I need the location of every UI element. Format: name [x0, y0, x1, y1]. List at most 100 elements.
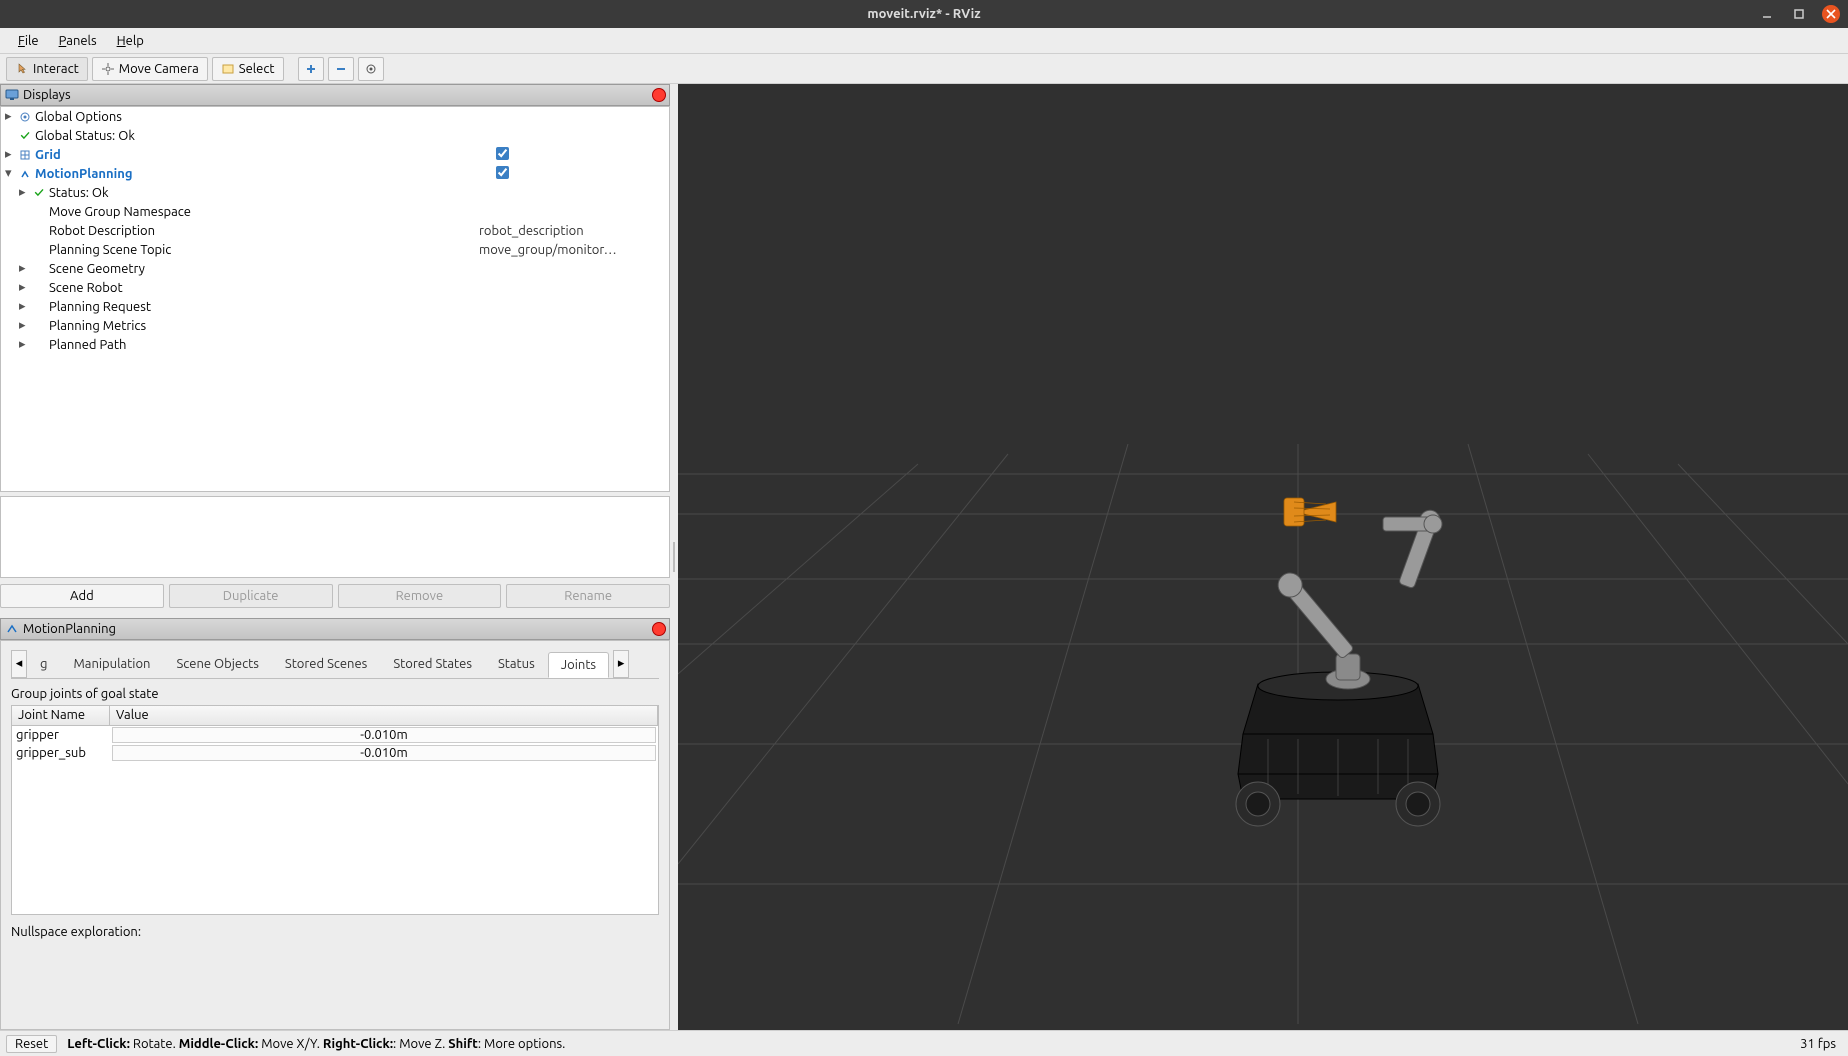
description-box [0, 496, 670, 578]
remove-button: Remove [338, 584, 502, 608]
tree-item-planning-metrics[interactable]: Planning Metrics [47, 319, 146, 333]
menubar: File Panels Help [0, 28, 1848, 54]
tree-item-robot-desc[interactable]: Robot Description [47, 224, 155, 238]
tab-stored-states[interactable]: Stored States [380, 651, 485, 676]
expand-arrow-icon[interactable]: ▸ [5, 147, 17, 162]
tab-truncated[interactable]: g [27, 651, 60, 676]
joint-value-slider[interactable]: -0.010m [112, 727, 656, 743]
tab-manipulation[interactable]: Manipulation [60, 651, 163, 676]
focus-camera-button[interactable] [298, 57, 324, 81]
motion-planning-panel-icon [5, 622, 19, 636]
tab-scene-objects[interactable]: Scene Objects [163, 651, 271, 676]
tabs-row: ◂ g Manipulation Scene Objects Stored Sc… [11, 649, 659, 679]
minimize-button[interactable] [1758, 5, 1776, 23]
tree-value-scene-topic[interactable]: move_group/monitor… [479, 243, 669, 257]
joint-name-cell: gripper_sub [12, 746, 110, 760]
displays-tree[interactable]: ▸Global Options ✓Global Status: Ok ▸Grid… [0, 106, 670, 492]
joint-name-cell: gripper [12, 728, 110, 742]
toolbar: Interact Move Camera Select [0, 54, 1848, 84]
check-icon: ✓ [31, 186, 47, 200]
expand-arrow-icon[interactable]: ▸ [19, 261, 31, 276]
window-titlebar: moveit.rviz* - RViz [0, 0, 1848, 28]
tree-item-motion-planning[interactable]: MotionPlanning [33, 167, 133, 181]
rename-button: Rename [506, 584, 670, 608]
move-camera-label: Move Camera [119, 62, 199, 76]
tree-item-global-options[interactable]: Global Options [33, 110, 122, 124]
collapse-arrow-icon[interactable]: ▾ [5, 166, 17, 181]
horizontal-splitter[interactable] [670, 84, 678, 1030]
tree-item-planned-path[interactable]: Planned Path [47, 338, 126, 352]
interact-label: Interact [33, 62, 79, 76]
displays-panel-header[interactable]: Displays [0, 84, 670, 106]
gear-icon [17, 111, 33, 123]
ground-grid [678, 84, 1848, 1024]
move-camera-icon [101, 62, 115, 76]
col-value[interactable]: Value [110, 706, 658, 725]
table-row: gripper -0.010m [12, 726, 658, 744]
close-button[interactable] [1822, 5, 1840, 23]
interact-button[interactable]: Interact [6, 57, 88, 81]
check-icon: ✓ [17, 129, 33, 143]
tab-stored-scenes[interactable]: Stored Scenes [272, 651, 380, 676]
group-joints-label: Group joints of goal state [11, 687, 659, 701]
motion-planning-panel-header[interactable]: MotionPlanning [0, 618, 670, 640]
robot-model [1236, 498, 1443, 826]
motion-planning-title: MotionPlanning [23, 622, 116, 636]
nullspace-label: Nullspace exploration: [11, 925, 659, 939]
maximize-button[interactable] [1790, 5, 1808, 23]
minus-icon [334, 62, 348, 76]
displays-title: Displays [23, 88, 71, 102]
reset-button[interactable]: Reset [6, 1035, 57, 1053]
expand-arrow-icon[interactable]: ▸ [19, 318, 31, 333]
expand-arrow-icon[interactable]: ▸ [19, 185, 31, 200]
fps-label: 31 fps [1800, 1037, 1842, 1051]
statusbar: Reset Left-Click: Rotate. Middle-Click: … [0, 1030, 1848, 1056]
table-row: gripper_sub -0.010m [12, 744, 658, 762]
select-button[interactable]: Select [212, 57, 284, 81]
2d-nav-button[interactable] [358, 57, 384, 81]
tree-item-move-group-ns[interactable]: Move Group Namespace [47, 205, 191, 219]
expand-arrow-icon[interactable]: ▸ [19, 299, 31, 314]
displays-close-button[interactable] [652, 88, 666, 102]
select-icon [221, 62, 235, 76]
tab-scroll-left[interactable]: ◂ [11, 650, 27, 678]
interact-icon [15, 62, 29, 76]
col-joint-name[interactable]: Joint Name [12, 706, 110, 725]
tab-status[interactable]: Status [485, 651, 548, 676]
window-title: moveit.rviz* - RViz [867, 7, 980, 21]
tree-value-robot-desc[interactable]: robot_description [479, 224, 669, 238]
select-label: Select [239, 62, 275, 76]
tree-item-planning-request[interactable]: Planning Request [47, 300, 151, 314]
joint-value-slider[interactable]: -0.010m [112, 745, 656, 761]
tree-item-status[interactable]: Status: Ok [47, 186, 109, 200]
grid-checkbox[interactable] [496, 147, 509, 160]
tree-item-global-status[interactable]: Global Status: Ok [33, 129, 135, 143]
target-icon [364, 62, 378, 76]
gripper-icon [1284, 498, 1336, 526]
motion-planning-checkbox[interactable] [496, 166, 509, 179]
menu-file[interactable]: File [8, 32, 49, 50]
measure-button[interactable] [328, 57, 354, 81]
tab-joints[interactable]: Joints [548, 652, 609, 678]
move-camera-button[interactable]: Move Camera [92, 57, 208, 81]
3d-viewport[interactable] [678, 84, 1848, 1030]
add-button[interactable]: Add [0, 584, 164, 608]
displays-icon [5, 88, 19, 102]
joints-table: Joint Name Value gripper -0.010m gripper… [11, 705, 659, 915]
tab-scroll-right[interactable]: ▸ [613, 650, 629, 678]
plus-icon [304, 62, 318, 76]
grid-icon [17, 149, 33, 161]
duplicate-button: Duplicate [169, 584, 333, 608]
expand-arrow-icon[interactable]: ▸ [19, 280, 31, 295]
tree-item-scene-topic[interactable]: Planning Scene Topic [47, 243, 171, 257]
hints-text: Left-Click: Rotate. Middle-Click: Move X… [67, 1037, 565, 1051]
expand-arrow-icon[interactable]: ▸ [19, 337, 31, 352]
motion-planning-close-button[interactable] [652, 622, 666, 636]
tree-item-grid[interactable]: Grid [33, 148, 61, 162]
tree-item-scene-robot[interactable]: Scene Robot [47, 281, 123, 295]
menu-panels[interactable]: Panels [49, 32, 107, 50]
expand-arrow-icon[interactable]: ▸ [5, 109, 17, 124]
tree-item-scene-geometry[interactable]: Scene Geometry [47, 262, 145, 276]
menu-help[interactable]: Help [107, 32, 154, 50]
motion-planning-icon [17, 168, 33, 180]
